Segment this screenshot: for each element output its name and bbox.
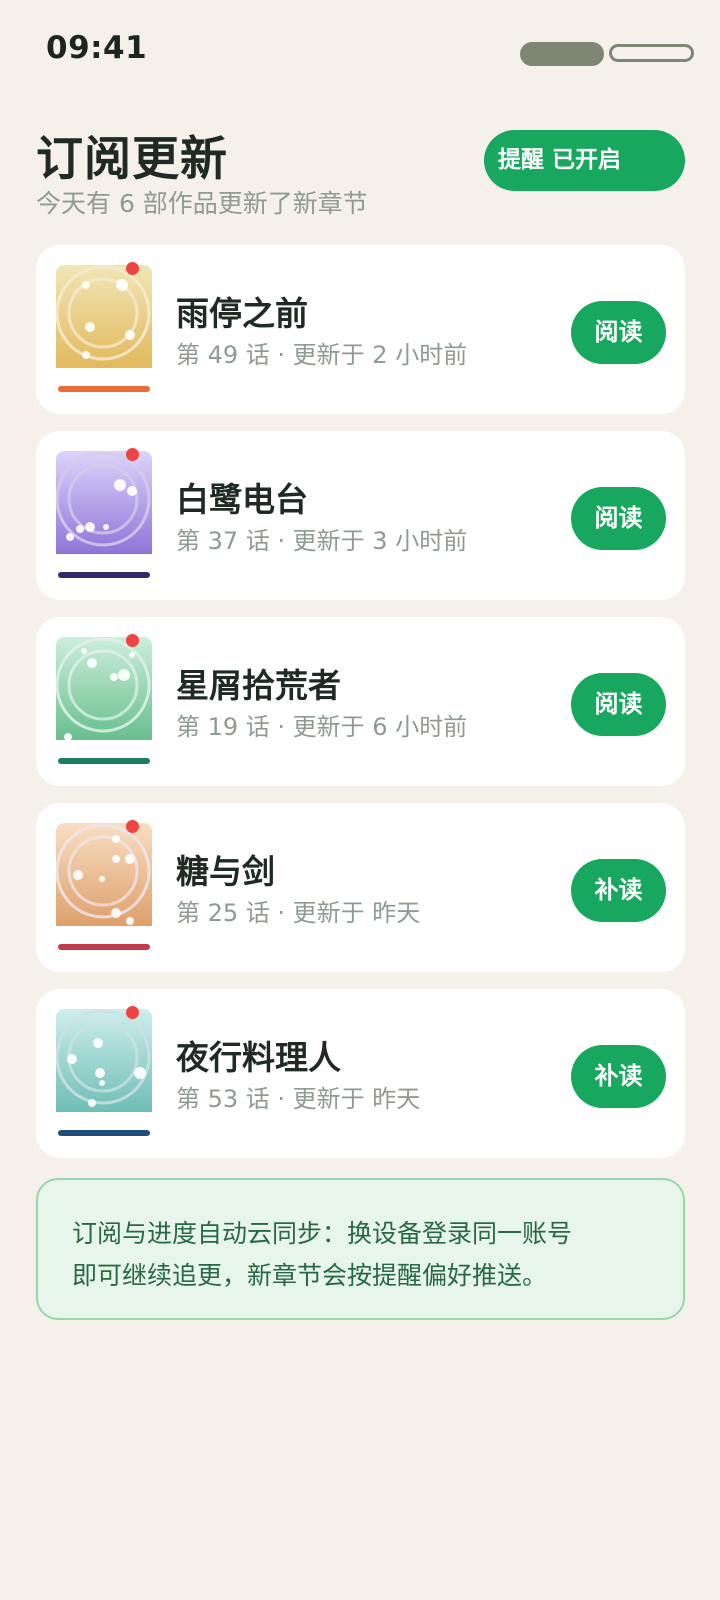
page-subtitle: 今天有 6 部作品更新了新章节 [36, 189, 368, 218]
update-card[interactable]: 雨停之前 第 49 话 · 更新于 2 小时前 阅读 [36, 245, 685, 414]
cover-sparkle [125, 854, 135, 864]
book-title: 雨停之前 [176, 294, 308, 333]
cover-sparkle [85, 522, 95, 532]
new-update-dot [126, 634, 139, 647]
page-title: 订阅更新 [36, 132, 228, 187]
cover-sparkle [118, 669, 130, 681]
cover-sparkle [66, 533, 74, 541]
update-card[interactable]: 星屑拾荒者 第 19 话 · 更新于 6 小时前 阅读 [36, 617, 685, 786]
new-update-dot [126, 820, 139, 833]
cover-art [56, 637, 152, 740]
cover-sparkle [82, 351, 90, 359]
book-title: 夜行料理人 [176, 1038, 341, 1077]
status-time: 09:41 [46, 30, 148, 66]
book-title: 糖与剑 [176, 852, 275, 891]
chapter-info: 第 49 话 · 更新于 2 小时前 [176, 341, 468, 369]
cover-sparkle [126, 917, 134, 925]
catch-up-button[interactable]: 补读 [571, 859, 666, 922]
cover-bar [58, 1130, 150, 1136]
book-cover [56, 820, 152, 950]
cover-art [56, 823, 152, 926]
catch-up-button[interactable]: 补读 [571, 1045, 666, 1108]
cover-sparkle [103, 524, 109, 530]
cover-sparkle [85, 322, 95, 332]
cover-bar [58, 386, 150, 392]
cover-sparkle [99, 1080, 105, 1086]
battery-icon [609, 44, 694, 62]
book-title: 白鹭电台 [176, 480, 308, 519]
chapter-info: 第 25 话 · 更新于 昨天 [176, 899, 421, 927]
cover-sparkle [67, 1054, 77, 1064]
cover-sparkle [116, 279, 128, 291]
cover-sparkle [95, 1068, 105, 1078]
note-line: 订阅与进度自动云同步：换设备登录同一账号 [72, 1219, 573, 1248]
cover-art [56, 1009, 152, 1112]
cover-sparkle [76, 525, 84, 533]
cover-sparkle [93, 1038, 103, 1048]
status-indicator-pill [520, 42, 604, 66]
cover-sparkle [99, 876, 105, 882]
update-card[interactable]: 白鹭电台 第 37 话 · 更新于 3 小时前 阅读 [36, 431, 685, 600]
cover-sparkle [112, 835, 120, 843]
cover-bar [58, 944, 150, 950]
note-line: 即可继续追更，新章节会按提醒偏好推送。 [72, 1261, 548, 1290]
chapter-info: 第 37 话 · 更新于 3 小时前 [176, 527, 468, 555]
read-button[interactable]: 阅读 [571, 301, 666, 364]
update-card[interactable]: 夜行料理人 第 53 话 · 更新于 昨天 补读 [36, 989, 685, 1158]
cover-sparkle [125, 330, 135, 340]
cover-sparkle [112, 855, 120, 863]
cover-sparkle [134, 1067, 146, 1079]
cover-sparkle [73, 870, 83, 880]
cover-bar [58, 758, 150, 764]
book-cover [56, 634, 152, 764]
new-update-dot [126, 1006, 139, 1019]
cover-bar [58, 572, 150, 578]
read-button[interactable]: 阅读 [571, 673, 666, 736]
cover-sparkle [81, 648, 87, 654]
book-cover [56, 448, 152, 578]
cover-sparkle [87, 658, 97, 668]
cover-sparkle [110, 673, 118, 681]
read-button[interactable]: 阅读 [571, 487, 666, 550]
new-update-dot [126, 448, 139, 461]
sync-info-note: 订阅与进度自动云同步：换设备登录同一账号 即可继续追更，新章节会按提醒偏好推送。 [36, 1178, 685, 1320]
new-update-dot [126, 262, 139, 275]
cover-sparkle [111, 908, 121, 918]
book-title: 星屑拾荒者 [176, 666, 341, 705]
cover-sparkle [88, 1099, 96, 1107]
cover-art [56, 451, 152, 554]
cover-sparkle [114, 479, 126, 491]
cover-sparkle [82, 281, 90, 289]
chapter-info: 第 53 话 · 更新于 昨天 [176, 1085, 421, 1113]
book-cover [56, 1006, 152, 1136]
reminder-toggle-button[interactable]: 提醒 已开启 [484, 130, 685, 191]
update-card[interactable]: 糖与剑 第 25 话 · 更新于 昨天 补读 [36, 803, 685, 972]
cover-sparkle [127, 486, 137, 496]
chapter-info: 第 19 话 · 更新于 6 小时前 [176, 713, 468, 741]
book-cover [56, 262, 152, 392]
cover-sparkle [129, 652, 135, 658]
cover-art [56, 265, 152, 368]
